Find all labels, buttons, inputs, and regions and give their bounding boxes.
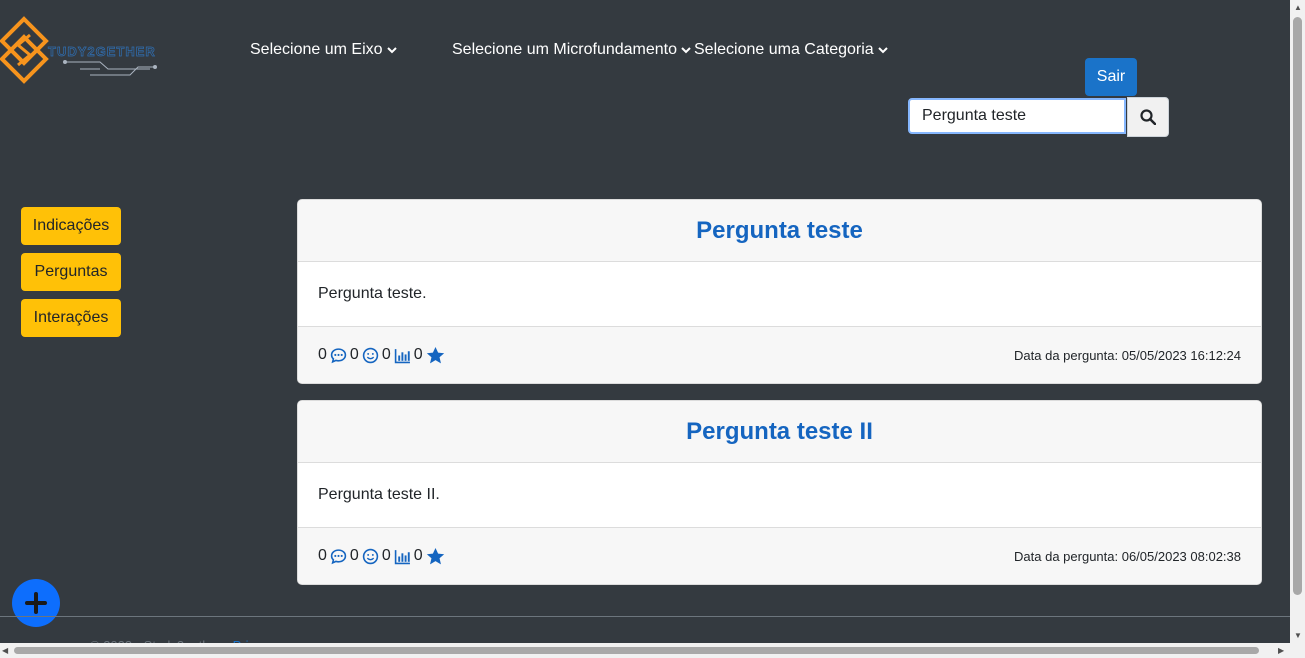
views-count: 0 xyxy=(381,547,391,564)
chevron-down-icon xyxy=(386,47,397,54)
favorites-stat[interactable]: 0 xyxy=(414,346,448,365)
horizontal-scrollbar-thumb[interactable] xyxy=(14,647,1259,654)
circuit-decoration-icon xyxy=(63,60,157,76)
add-question-button[interactable] xyxy=(12,579,60,627)
favorites-count: 0 xyxy=(413,346,423,363)
question-stats: 0 0 0 0 xyxy=(318,346,448,365)
card-body: Pergunta teste II. xyxy=(298,463,1261,527)
question-card: Pergunta teste II Pergunta teste II. 0 0… xyxy=(297,400,1262,585)
reactions-stat: 0 xyxy=(350,346,382,364)
card-header: Pergunta teste xyxy=(298,200,1261,262)
comments-count: 0 xyxy=(318,346,327,363)
logo[interactable]: TUDY2GETHER xyxy=(0,15,175,85)
star-icon[interactable] xyxy=(426,547,445,566)
chat-dots-icon xyxy=(330,347,347,363)
smiley-icon xyxy=(362,548,379,564)
reactions-count: 0 xyxy=(349,547,359,564)
search-input[interactable] xyxy=(908,98,1126,134)
logout-button[interactable]: Sair xyxy=(1085,58,1137,96)
card-body: Pergunta teste. xyxy=(298,262,1261,326)
comments-count: 0 xyxy=(318,547,327,564)
sidebar-item-interacoes[interactable]: Interações xyxy=(21,299,121,337)
question-body: Pergunta teste. xyxy=(318,285,427,302)
nav-label: Selecione uma Categoria xyxy=(694,41,874,58)
search-icon xyxy=(1140,109,1156,125)
scroll-up-icon[interactable]: ▲ xyxy=(1294,3,1302,12)
question-title[interactable]: Pergunta teste II xyxy=(686,418,873,446)
bar-chart-icon xyxy=(394,549,410,564)
nav-dropdown-categoria[interactable]: Selecione uma Categoria xyxy=(694,41,889,59)
sidebar-item-perguntas[interactable]: Perguntas xyxy=(21,253,121,291)
chevron-down-icon xyxy=(877,47,888,54)
scroll-left-icon[interactable]: ◀ xyxy=(2,646,8,655)
card-header: Pergunta teste II xyxy=(298,401,1261,463)
question-title[interactable]: Pergunta teste xyxy=(696,217,863,245)
reactions-count: 0 xyxy=(349,346,359,363)
card-footer: 0 0 0 0 Data da pergunta: 06/05/2023 08:… xyxy=(298,527,1261,584)
bar-chart-icon xyxy=(394,348,410,363)
views-stat: 0 xyxy=(382,547,414,565)
sidebar-item-indicacoes[interactable]: Indicações xyxy=(21,207,121,245)
smiley-icon xyxy=(362,347,379,363)
views-stat: 0 xyxy=(382,346,414,364)
question-body: Pergunta teste II. xyxy=(318,486,440,503)
footer-divider xyxy=(0,616,1290,617)
question-card: Pergunta teste Pergunta teste. 0 0 0 0 D… xyxy=(297,199,1262,384)
nav-label: Selecione um Eixo xyxy=(250,41,383,58)
plus-icon xyxy=(25,592,47,614)
views-count: 0 xyxy=(381,346,391,363)
star-icon[interactable] xyxy=(426,346,445,365)
chevron-down-icon xyxy=(681,47,691,54)
nav-label: Selecione um Microfundamento xyxy=(452,41,678,58)
favorites-stat[interactable]: 0 xyxy=(414,547,448,566)
nav-dropdown-eixo[interactable]: Selecione um Eixo xyxy=(250,41,398,59)
reactions-stat: 0 xyxy=(350,547,382,565)
scroll-right-icon[interactable]: ▶ xyxy=(1278,646,1284,655)
chat-dots-icon xyxy=(330,548,347,564)
question-stats: 0 0 0 0 xyxy=(318,547,448,566)
question-date: Data da pergunta: 05/05/2023 16:12:24 xyxy=(1014,347,1241,363)
favorites-count: 0 xyxy=(413,547,423,564)
vertical-scrollbar-thumb[interactable] xyxy=(1293,17,1302,595)
nav-dropdown-microfundamento[interactable]: Selecione um Microfundamento xyxy=(452,41,692,59)
scroll-down-icon[interactable]: ▼ xyxy=(1294,631,1302,640)
comments-stat: 0 xyxy=(318,547,350,565)
comments-stat: 0 xyxy=(318,346,350,364)
question-date: Data da pergunta: 06/05/2023 08:02:38 xyxy=(1014,548,1241,564)
search-button[interactable] xyxy=(1127,97,1169,137)
card-footer: 0 0 0 0 Data da pergunta: 05/05/2023 16:… xyxy=(298,326,1261,383)
